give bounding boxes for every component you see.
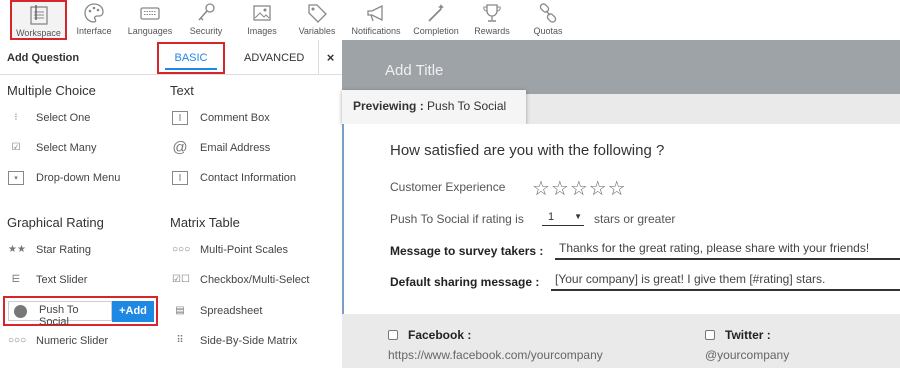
- twitter-handle[interactable]: @yourcompany: [705, 348, 789, 362]
- facebook-label: Facebook :: [408, 328, 472, 342]
- toolbar-quotas-label: Quotas: [533, 26, 563, 36]
- rating-threshold-select[interactable]: 1 ▼: [542, 210, 584, 226]
- question-type-label: Text Slider: [36, 274, 88, 286]
- slider-icon: ⋿: [11, 274, 21, 285]
- survey-question-card: How satisfied are you with the following…: [342, 124, 900, 314]
- image-icon: [253, 5, 271, 21]
- toolbar-languages-label: Languages: [127, 26, 173, 36]
- preview-area: Add Title Previewing : Push To Social Ho…: [342, 40, 900, 368]
- palette-icon: [84, 3, 104, 23]
- toolbar-variables-label: Variables: [298, 26, 336, 36]
- tag-icon: [308, 4, 327, 23]
- social-accounts-row: Facebook : https://www.facebook.com/your…: [342, 314, 900, 368]
- contact-form-icon: I: [172, 171, 188, 185]
- message-label: Message to survey takers :: [390, 244, 544, 258]
- rating-prefix: Push To Social if rating is: [390, 212, 524, 226]
- top-toolbar: Workspace Interface Languages Security I…: [0, 0, 900, 40]
- previewing-value: Push To Social: [427, 99, 507, 113]
- add-title-field[interactable]: Add Title: [385, 62, 443, 79]
- section-text: Text: [170, 83, 194, 98]
- checkbox-grid-icon: ☑☐: [172, 274, 190, 285]
- question-type-label: Contact Information: [200, 172, 296, 184]
- question-type-label: Email Address: [200, 142, 271, 154]
- add-question-button[interactable]: +Add: [112, 301, 154, 322]
- megaphone-icon: [367, 4, 383, 22]
- dropdown-icon: ▾: [8, 171, 24, 185]
- rating-threshold-value: 1: [548, 211, 555, 223]
- customer-experience-label: Customer Experience: [390, 180, 506, 194]
- push-to-social-highlight: Push To Social +Add: [3, 296, 158, 328]
- toolbar-completion[interactable]: Completion: [409, 0, 463, 40]
- section-multiple-choice: Multiple Choice: [7, 83, 96, 98]
- keyboard-icon: [140, 7, 160, 20]
- star-rating-icon: ★★: [8, 244, 26, 255]
- toolbar-languages[interactable]: Languages: [125, 0, 175, 40]
- toolbar-security-label: Security: [189, 26, 223, 36]
- share-icon: [14, 305, 27, 318]
- toolbar-workspace-label: Workspace: [16, 28, 61, 38]
- default-message-input[interactable]: [Your company] is great! I give them [#r…: [551, 269, 900, 291]
- question-type-label: Numeric Slider: [36, 335, 109, 347]
- tab-advanced[interactable]: ADVANCED: [244, 52, 304, 64]
- facebook-url[interactable]: https://www.facebook.com/yourcompany: [388, 348, 603, 362]
- section-graphical-rating: Graphical Rating: [7, 215, 104, 230]
- twitter-label: Twitter :: [725, 328, 771, 342]
- star-rating-input[interactable]: ☆☆☆☆☆: [532, 176, 627, 201]
- workspace-icon: [29, 5, 48, 25]
- question-type-label: Side-By-Side Matrix: [200, 335, 298, 347]
- question-type-label: Multi-Point Scales: [200, 244, 289, 256]
- spreadsheet-icon: ▤: [175, 305, 185, 316]
- toolbar-images-label: Images: [247, 26, 277, 36]
- toolbar-notifications[interactable]: Notifications: [346, 0, 406, 40]
- toolbar-workspace[interactable]: Workspace: [10, 0, 67, 40]
- toolbar-security[interactable]: Security: [183, 0, 229, 40]
- checkbox-list-icon: ☑: [11, 142, 21, 153]
- question-type-push-to-social[interactable]: Push To Social: [8, 301, 112, 328]
- question-title: How satisfied are you with the following…: [390, 142, 665, 159]
- at-sign-icon: @: [172, 139, 188, 156]
- trophy-icon: [483, 4, 501, 22]
- panel-title: Add Question: [7, 52, 80, 64]
- previewing-badge: Previewing : Push To Social: [342, 90, 526, 124]
- toolbar-images[interactable]: Images: [240, 0, 284, 40]
- question-type-label: Drop-down Menu: [36, 172, 121, 184]
- question-type-label: Select One: [36, 112, 91, 124]
- key-icon: [198, 3, 215, 21]
- question-type-label: Select Many: [36, 142, 97, 154]
- toolbar-interface-label: Interface: [76, 26, 112, 36]
- toolbar-variables[interactable]: Variables: [295, 0, 339, 40]
- comment-box-icon: I: [172, 111, 188, 125]
- panel-header: Add Question BASIC ADVANCED ×: [0, 40, 342, 75]
- question-type-label: Comment Box: [200, 112, 270, 124]
- toolbar-rewards[interactable]: Rewards: [470, 0, 514, 40]
- toolbar-completion-label: Completion: [413, 26, 459, 36]
- toolbar-interface[interactable]: Interface: [72, 0, 116, 40]
- numeric-slider-icon: ○○○: [8, 335, 27, 346]
- chevron-down-icon: ▼: [574, 212, 582, 221]
- twitter-checkbox[interactable]: [705, 330, 715, 340]
- question-type-label: Spreadsheet: [200, 305, 263, 317]
- rating-suffix: stars or greater: [594, 212, 676, 226]
- multi-point-icon: ○○○: [172, 244, 191, 255]
- side-by-side-icon: ⠿: [176, 335, 184, 346]
- default-message-label: Default sharing message :: [390, 275, 540, 289]
- title-bar: Add Title: [342, 40, 900, 94]
- section-matrix-table: Matrix Table: [170, 215, 240, 230]
- magic-wand-icon: [428, 4, 444, 22]
- tab-basic[interactable]: BASIC: [157, 42, 225, 74]
- facebook-checkbox[interactable]: [388, 330, 398, 340]
- radio-list-icon: ⁝: [14, 112, 18, 123]
- toolbar-quotas[interactable]: Quotas: [526, 0, 570, 40]
- toolbar-rewards-label: Rewards: [474, 26, 510, 36]
- toolbar-notifications-label: Notifications: [351, 26, 401, 36]
- question-type-label: Push To Social: [39, 304, 79, 328]
- close-icon[interactable]: ×: [318, 40, 342, 75]
- add-question-panel: Add Question BASIC ADVANCED × Multiple C…: [0, 40, 342, 368]
- message-input[interactable]: Thanks for the great rating, please shar…: [555, 238, 900, 260]
- question-type-label: Star Rating: [36, 244, 92, 256]
- question-type-label: Checkbox/Multi-Select: [200, 274, 310, 286]
- chain-icon: [539, 3, 557, 23]
- previewing-label: Previewing :: [353, 99, 424, 113]
